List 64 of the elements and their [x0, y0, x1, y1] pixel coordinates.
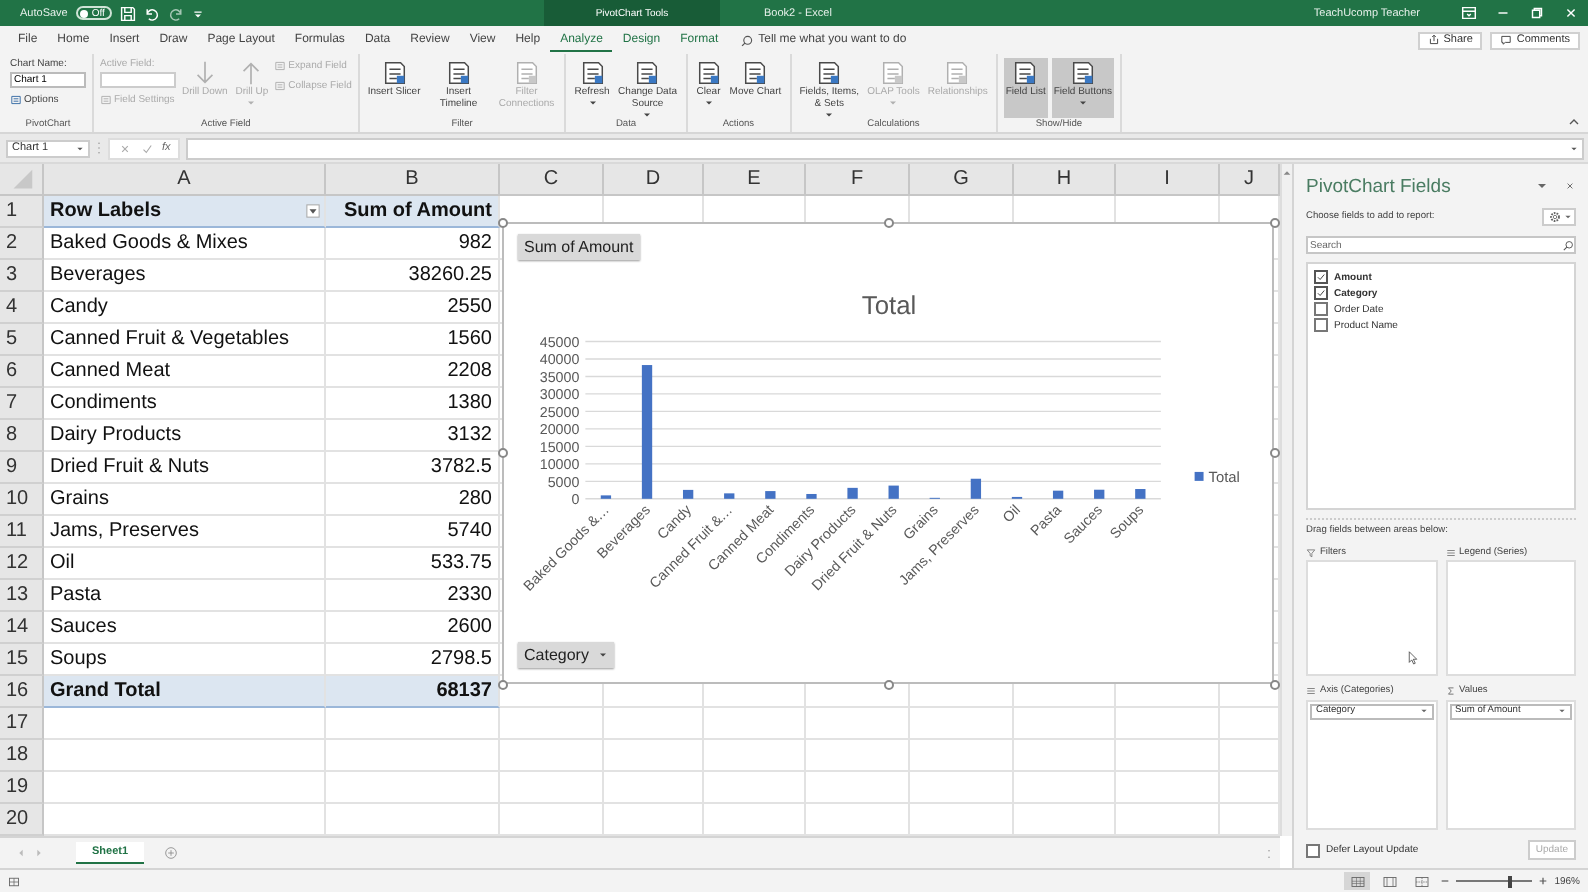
table-cell: Pasta — [44, 580, 326, 612]
field-button[interactable]: Category — [518, 642, 615, 668]
column-header[interactable]: I — [1116, 164, 1220, 196]
row-number[interactable]: 12 — [0, 548, 44, 580]
row-number[interactable]: 14 — [0, 612, 44, 644]
table-cell: 5740 — [326, 516, 500, 548]
table-cell: 280 — [326, 484, 500, 516]
chart-title: Total — [861, 289, 917, 320]
table-cell: 1380 — [326, 388, 500, 420]
table-cell: Grains — [44, 484, 326, 516]
row-number[interactable]: 17 — [0, 708, 44, 740]
table-cell: Dried Fruit & Nuts — [44, 452, 326, 484]
column-header[interactable]: D — [604, 164, 704, 196]
row-number[interactable]: 1 — [0, 196, 44, 228]
row-number[interactable]: 5 — [0, 324, 44, 356]
pane-title: PivotChart Fields — [1306, 175, 1451, 197]
field-button[interactable]: Sum of Amount — [518, 234, 640, 260]
row-number[interactable]: 3 — [0, 260, 44, 292]
table-cell: 2550 — [326, 292, 500, 324]
table-cell: Baked Goods & Mixes — [44, 228, 326, 260]
table-cell: Sauces — [44, 612, 326, 644]
table-cell: Oil — [44, 548, 326, 580]
table-cell: 2208 — [326, 356, 500, 388]
table-cell: Grand Total — [44, 676, 326, 708]
table-cell: Row Labels — [44, 196, 326, 228]
table-cell: Beverages — [44, 260, 326, 292]
row-number[interactable]: 19 — [0, 772, 44, 804]
row-number[interactable]: 20 — [0, 804, 44, 836]
column-header[interactable]: A — [44, 164, 326, 196]
row-number[interactable]: 11 — [0, 516, 44, 548]
row-number[interactable]: 16 — [0, 676, 44, 708]
column-header[interactable]: F — [806, 164, 910, 196]
row-number[interactable]: 7 — [0, 388, 44, 420]
table-cell: 38260.25 — [326, 260, 500, 292]
table-cell: Canned Meat — [44, 356, 326, 388]
table-cell: 3132 — [326, 420, 500, 452]
table-cell: 1560 — [326, 324, 500, 356]
table-cell: 2330 — [326, 580, 500, 612]
table-cell: Canned Fruit & Vegetables — [44, 324, 326, 356]
table-cell: 68137 — [326, 676, 500, 708]
row-number[interactable]: 10 — [0, 484, 44, 516]
row-number[interactable]: 15 — [0, 644, 44, 676]
column-header[interactable]: J — [1220, 164, 1280, 196]
table-cell: Sum of Amount — [326, 196, 500, 228]
row-number[interactable]: 6 — [0, 356, 44, 388]
table-cell: 982 — [326, 228, 500, 260]
row-number[interactable]: 8 — [0, 420, 44, 452]
column-header[interactable]: E — [704, 164, 806, 196]
table-cell: Dairy Products — [44, 420, 326, 452]
row-number[interactable]: 9 — [0, 452, 44, 484]
table-cell: Jams, Preserves — [44, 516, 326, 548]
column-header[interactable]: B — [326, 164, 500, 196]
table-cell: Candy — [44, 292, 326, 324]
table-cell: Condiments — [44, 388, 326, 420]
row-number[interactable]: 18 — [0, 740, 44, 772]
column-header[interactable]: H — [1014, 164, 1116, 196]
row-number[interactable]: 13 — [0, 580, 44, 612]
column-header[interactable]: G — [910, 164, 1014, 196]
row-number[interactable]: 4 — [0, 292, 44, 324]
row-number[interactable]: 2 — [0, 228, 44, 260]
table-cell: 533.75 — [326, 548, 500, 580]
table-cell: 2600 — [326, 612, 500, 644]
column-header[interactable]: C — [500, 164, 604, 196]
table-cell: 3782.5 — [326, 452, 500, 484]
